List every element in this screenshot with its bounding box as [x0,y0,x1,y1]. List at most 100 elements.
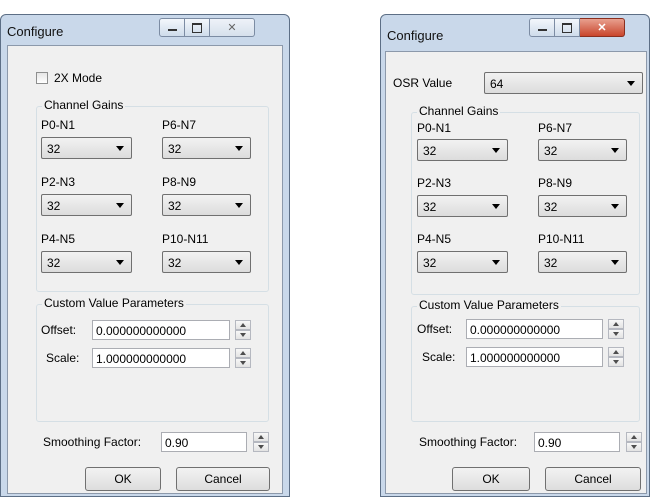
close-button[interactable]: ✕ [210,18,255,37]
osr-value-label: OSR Value [393,76,453,90]
smoothing-factor-spinner[interactable] [626,432,642,452]
spin-up-button[interactable] [253,432,269,442]
arrow-down-icon [613,332,619,336]
channel-label-p10-n11: P10-N11 [162,232,209,246]
chevron-down-icon [492,204,500,209]
scale-value: 1.000000000000 [470,351,561,365]
minimize-button[interactable] [159,18,185,37]
channel-label-p6-n7: P6-N7 [538,121,573,135]
title-bar[interactable]: Configure ✕ [381,15,649,45]
offset-field[interactable]: 0.000000000000 [466,319,603,339]
mode-label: 2X Mode [54,71,103,85]
configure-window-right: Configure ✕ OSR Value 64 Channel Gains P… [380,14,650,497]
channel-gain-value: 32 [47,199,61,213]
channel-gain-value: 32 [423,256,437,270]
smoothing-factor-label: Smoothing Factor: [43,435,142,449]
arrow-up-icon [631,435,637,439]
offset-label: Offset: [41,323,77,337]
close-icon: ✕ [597,22,607,34]
offset-label: Offset: [417,322,453,336]
smoothing-factor-value: 0.90 [538,436,562,450]
channel-gain-select-p2-n3[interactable]: 32 [41,194,132,216]
minimize-button[interactable] [529,18,555,37]
maximize-button[interactable] [555,18,580,37]
spin-down-button[interactable] [235,330,251,340]
spin-up-button[interactable] [608,319,624,329]
offset-spinner[interactable] [608,319,624,339]
arrow-down-icon [240,361,246,365]
client-area: 2X Mode Channel Gains P0-N1 32 P6-N7 32 … [7,45,283,494]
ok-button[interactable]: OK [85,467,161,491]
channel-label-p2-n3: P2-N3 [41,175,76,189]
arrow-up-icon [240,323,246,327]
spin-down-button[interactable] [608,357,624,367]
smoothing-factor-field[interactable]: 0.90 [534,432,620,452]
channel-gain-select-p8-n9[interactable]: 32 [538,195,627,217]
scale-field[interactable]: 1.000000000000 [466,347,603,367]
spin-up-button[interactable] [626,432,642,442]
close-button[interactable]: ✕ [580,18,625,37]
spin-down-button[interactable] [235,358,251,368]
client-area: OSR Value 64 Channel Gains P0-N1 32 P6-N… [385,51,647,494]
channel-gain-select-p10-n11[interactable]: 32 [162,251,251,273]
channel-gain-select-p4-n5[interactable]: 32 [41,251,132,273]
spin-down-button[interactable] [626,442,642,452]
mode-checkbox[interactable] [36,72,48,84]
channel-gain-select-p6-n7[interactable]: 32 [538,139,627,161]
spin-down-button[interactable] [608,329,624,339]
minimize-icon [537,29,547,31]
smoothing-factor-spinner[interactable] [253,432,269,452]
spin-up-button[interactable] [235,320,251,330]
channel-label-p0-n1: P0-N1 [417,121,452,135]
osr-value: 64 [490,77,504,91]
ok-button[interactable]: OK [452,467,530,491]
channel-gain-value: 32 [423,144,437,158]
scale-spinner[interactable] [235,348,251,368]
channel-gain-select-p8-n9[interactable]: 32 [162,194,251,216]
channel-gain-value: 32 [168,256,182,270]
scale-label: Scale: [46,351,80,365]
chevron-down-icon [492,148,500,153]
channel-label-p0-n1: P0-N1 [41,118,76,132]
spin-up-button[interactable] [608,347,624,357]
custom-value-parameters-label: Custom Value Parameters [417,298,561,312]
arrow-down-icon [631,445,637,449]
channel-gain-select-p0-n1[interactable]: 32 [41,137,132,159]
cancel-button[interactable]: Cancel [176,467,270,491]
channel-label-p2-n3: P2-N3 [417,176,452,190]
channel-gain-select-p10-n11[interactable]: 32 [538,251,627,273]
chevron-down-icon [235,260,243,265]
scale-field[interactable]: 1.000000000000 [92,348,230,368]
channel-gain-value: 32 [544,200,558,214]
offset-spinner[interactable] [235,320,251,340]
window-title: Configure [387,28,444,43]
spin-down-button[interactable] [253,442,269,452]
arrow-up-icon [258,435,264,439]
window-title: Configure [7,24,64,39]
channel-gain-select-p2-n3[interactable]: 32 [417,195,508,217]
channel-label-p6-n7: P6-N7 [162,118,197,132]
channel-gain-select-p6-n7[interactable]: 32 [162,137,251,159]
channel-label-p8-n9: P8-N9 [162,175,197,189]
cancel-button[interactable]: Cancel [545,467,641,491]
channel-gain-select-p4-n5[interactable]: 32 [417,251,508,273]
scale-label: Scale: [422,350,456,364]
arrow-down-icon [613,360,619,364]
offset-field[interactable]: 0.000000000000 [92,320,230,340]
channel-gain-value: 32 [168,199,182,213]
channel-gain-value: 32 [47,256,61,270]
arrow-up-icon [613,350,619,354]
chevron-down-icon [116,260,124,265]
scale-spinner[interactable] [608,347,624,367]
channel-label-p4-n5: P4-N5 [417,232,452,246]
title-bar[interactable]: Configure ✕ [1,15,289,45]
channel-gain-value: 32 [168,142,182,156]
channel-gain-select-p0-n1[interactable]: 32 [417,139,508,161]
close-icon: ✕ [227,22,237,34]
maximize-button[interactable] [185,18,210,37]
channel-gains-label: Channel Gains [42,98,126,112]
spin-up-button[interactable] [235,348,251,358]
smoothing-factor-field[interactable]: 0.90 [161,432,247,452]
channel-gains-label: Channel Gains [417,104,501,118]
osr-value-select[interactable]: 64 [484,72,643,94]
